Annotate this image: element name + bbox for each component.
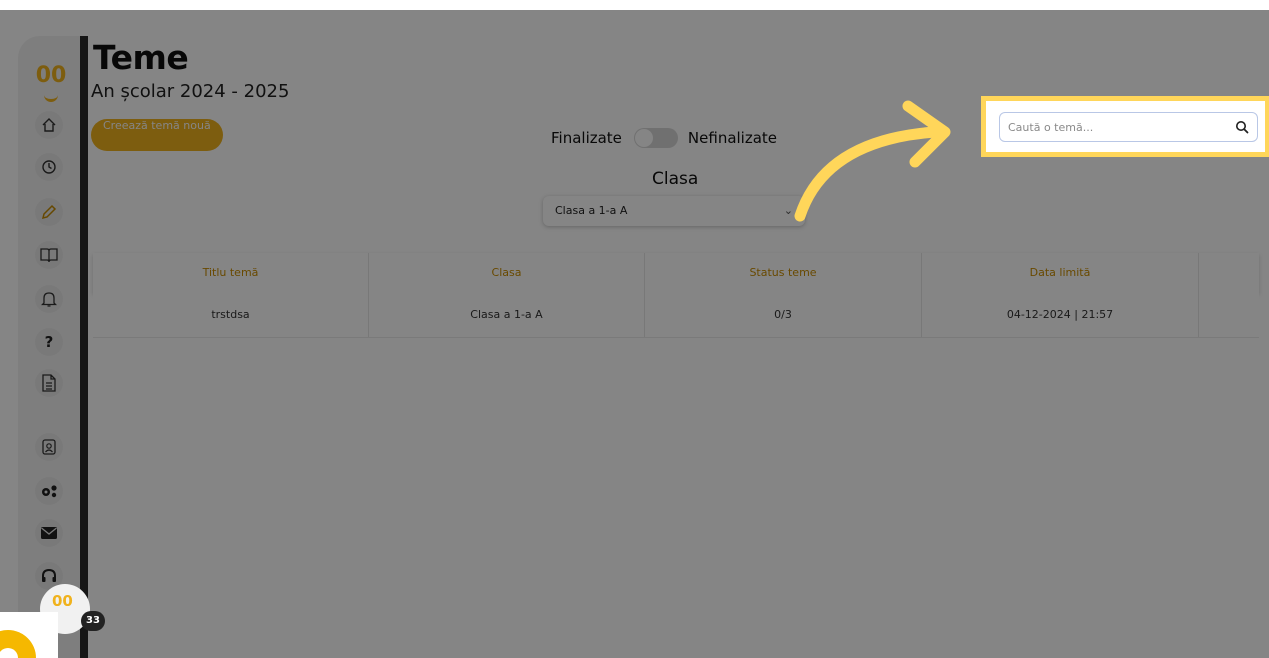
- table-row[interactable]: trstdsa Clasa a 1-a A 0/3 04-12-2024 | 2…: [93, 293, 1259, 338]
- table-cell: [1199, 293, 1263, 337]
- column-header[interactable]: Clasa: [369, 253, 645, 293]
- table-cell: 0/3: [645, 293, 922, 337]
- search-icon[interactable]: [1235, 119, 1249, 138]
- brand-logo: 00: [35, 63, 67, 88]
- table-header: Titlu temă Clasa Status teme Data limită: [93, 253, 1259, 293]
- search-highlight: [981, 96, 1269, 157]
- clock-icon[interactable]: [35, 153, 63, 181]
- column-header[interactable]: Titlu temă: [93, 253, 369, 293]
- column-header[interactable]: Data limită: [922, 253, 1199, 293]
- class-select-value: Clasa a 1-a A: [555, 204, 628, 217]
- book-icon[interactable]: [35, 241, 63, 269]
- pencil-icon[interactable]: [35, 198, 63, 226]
- table-cell: Clasa a 1-a A: [369, 293, 645, 337]
- page-title: Teme: [93, 38, 189, 77]
- toggle-label-unfinalized: Nefinalizate: [687, 129, 778, 147]
- gears-icon[interactable]: [35, 477, 63, 505]
- table-cell: trstdsa: [93, 293, 369, 337]
- status-toggle: Finalizate Nefinalizate: [551, 127, 777, 149]
- sidebar-rail: [80, 36, 88, 658]
- class-filter-label: Clasa: [652, 169, 699, 189]
- search-box[interactable]: [999, 112, 1258, 142]
- search-input[interactable]: [1008, 118, 1208, 136]
- tutorial-arrow-icon: [794, 100, 951, 222]
- class-select[interactable]: Clasa a 1-a A ⌄: [543, 196, 805, 226]
- notification-badge: 33: [81, 611, 105, 631]
- widget-logo: 00: [52, 592, 73, 610]
- toggle-label-finalized: Finalizate: [551, 129, 622, 147]
- table-cell: 04-12-2024 | 21:57: [922, 293, 1199, 337]
- school-year: An școlar 2024 - 2025: [91, 81, 290, 102]
- brand-corner-icon: [0, 630, 36, 658]
- homework-table: Titlu temă Clasa Status teme Data limită…: [93, 253, 1259, 338]
- status-switch[interactable]: [633, 128, 678, 148]
- bell-icon[interactable]: [35, 285, 63, 313]
- switch-knob: [634, 129, 653, 147]
- question-glyph: ?: [44, 333, 54, 351]
- mail-icon[interactable]: [35, 519, 63, 547]
- contacts-icon[interactable]: [35, 433, 63, 461]
- home-icon[interactable]: [35, 111, 63, 139]
- column-header: [1199, 253, 1263, 293]
- column-header[interactable]: Status teme: [645, 253, 922, 293]
- document-icon[interactable]: [35, 369, 63, 397]
- question-icon[interactable]: ?: [35, 328, 63, 356]
- create-homework-button[interactable]: Creează temă nouă: [91, 119, 223, 151]
